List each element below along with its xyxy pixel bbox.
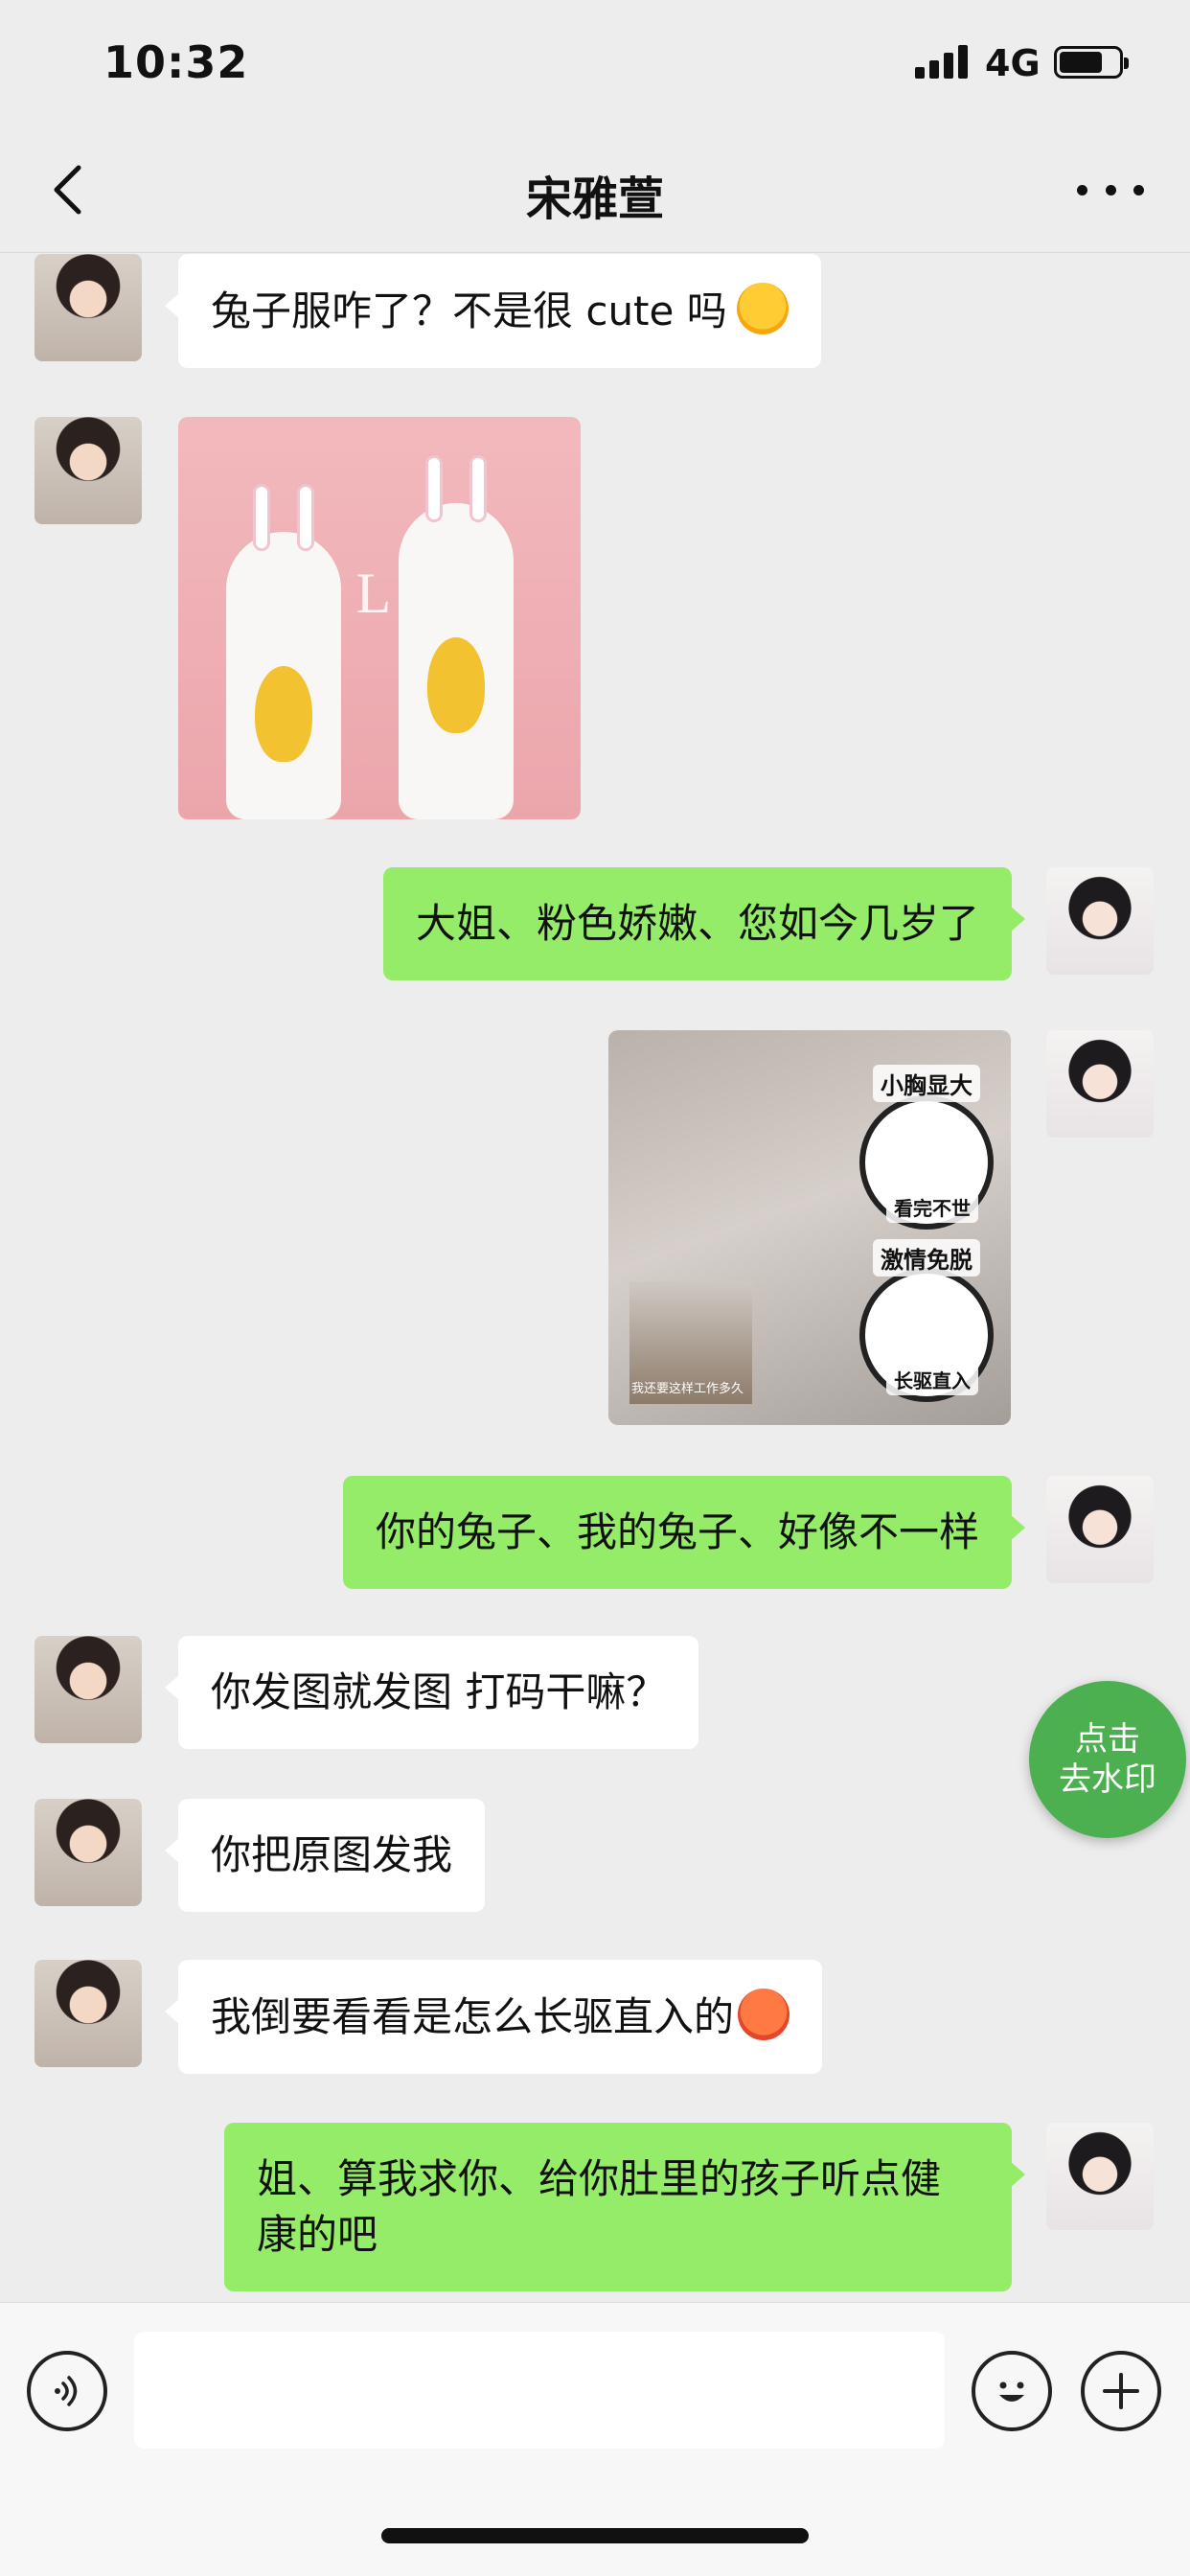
more-icon[interactable] bbox=[1077, 169, 1144, 211]
remove-watermark-button[interactable]: 点击 去水印 bbox=[1029, 1681, 1186, 1838]
watermark-button-line2: 去水印 bbox=[1059, 1760, 1156, 1799]
bunny-costume-image[interactable]: ing LIFE bbox=[178, 417, 581, 819]
message-bubble[interactable]: 你把原图发我 bbox=[164, 1799, 486, 1912]
bunny-figure bbox=[226, 484, 341, 819]
message-bubble[interactable]: 兔子服咋了？不是很 cute 吗 bbox=[165, 254, 821, 368]
contact-avatar[interactable] bbox=[34, 1636, 142, 1743]
status-bar: 10:32 4G bbox=[0, 0, 1190, 126]
message-text: 你发图就发图 打码干嘛？ bbox=[211, 1668, 667, 1715]
signal-icon bbox=[915, 44, 969, 79]
contact-avatar[interactable] bbox=[34, 254, 142, 361]
my-avatar[interactable] bbox=[1046, 1030, 1154, 1138]
smiling-face-with-hearts-icon bbox=[736, 283, 789, 334]
my-avatar[interactable] bbox=[1046, 1476, 1154, 1583]
message-text: 你的兔子、我的兔子、好像不一样 bbox=[375, 1508, 979, 1555]
battery-icon bbox=[1054, 46, 1129, 79]
message-bubble[interactable]: 你发图就发图 打码干嘛？ bbox=[164, 1636, 699, 1749]
message-text: 我倒要看看是怎么长驱直入的 bbox=[211, 1993, 735, 2040]
badge-label: 激情免脱 bbox=[873, 1239, 980, 1276]
network-type: 4G bbox=[985, 42, 1041, 84]
my-avatar[interactable] bbox=[1046, 2123, 1154, 2230]
cat-thumbnail: 我还要这样工作多久 bbox=[629, 1281, 752, 1404]
message-bubble[interactable]: 大姐、粉色娇嫩、您如今几岁了 bbox=[382, 867, 1026, 980]
cat-caption: 我还要这样工作多久 bbox=[631, 1382, 744, 1396]
badge-label: 小胸显大 bbox=[873, 1065, 980, 1102]
message-text: 大姐、粉色娇嫩、您如今几岁了 bbox=[415, 900, 979, 947]
meme-image[interactable]: 小胸显大 看完不世 激情免脱 长驱直入 我还要这样工作多久 bbox=[608, 1030, 1011, 1425]
nav-bar: 宋雅萱 bbox=[0, 126, 1190, 253]
badge-label: 看完不世 bbox=[886, 1191, 978, 1223]
contact-avatar[interactable] bbox=[34, 1799, 142, 1906]
chat-area[interactable]: 兔子服咋了？不是很 cute 吗 ing LIFE 大姐、粉色娇嫩、您如今几岁了… bbox=[0, 254, 1190, 2300]
bunny-figure bbox=[399, 455, 514, 819]
chat-title: 宋雅萱 bbox=[525, 172, 664, 226]
angry-face-icon bbox=[738, 1989, 790, 2040]
emoji-icon[interactable] bbox=[972, 2351, 1052, 2431]
message-text: 你把原图发我 bbox=[211, 1831, 453, 1878]
message-text: 兔子服咋了？不是很 cute 吗 bbox=[211, 288, 727, 334]
my-avatar[interactable] bbox=[1046, 867, 1154, 975]
contact-avatar[interactable] bbox=[34, 417, 142, 524]
message-text: 姐、算我求你、给你肚里的孩子听点健康的吧 bbox=[257, 2155, 942, 2258]
badge-label: 长驱直入 bbox=[886, 1364, 978, 1395]
message-bubble[interactable]: 你的兔子、我的兔子、好像不一样 bbox=[342, 1476, 1026, 1589]
message-bubble[interactable]: 姐、算我求你、给你肚里的孩子听点健康的吧 bbox=[224, 2123, 1025, 2291]
voice-icon[interactable] bbox=[27, 2351, 107, 2431]
status-time: 10:32 bbox=[103, 36, 249, 88]
home-indicator[interactable] bbox=[381, 2528, 809, 2543]
plus-icon[interactable] bbox=[1081, 2351, 1161, 2431]
message-input[interactable] bbox=[134, 2332, 945, 2449]
watermark-button-line1: 点击 bbox=[1075, 1720, 1140, 1759]
message-bubble[interactable]: 我倒要看看是怎么长驱直入的 bbox=[164, 1960, 823, 2074]
contact-avatar[interactable] bbox=[34, 1960, 142, 2067]
